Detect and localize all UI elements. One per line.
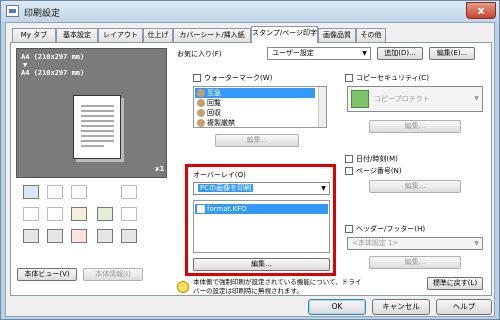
tab-other[interactable]: その他 bbox=[356, 28, 386, 42]
overlay-file-list[interactable]: format.KFO bbox=[193, 200, 330, 253]
tab-panel: A4 (210x297 mm) ▼ A4 (210x297 mm) x1 本体ビ… bbox=[10, 42, 492, 296]
output-icon bbox=[47, 185, 63, 199]
favorites-label: お気に入り(F) bbox=[177, 50, 222, 58]
header-footer-dropdown[interactable]: <本体設定 1> ▼ bbox=[347, 237, 483, 250]
notice-text-line2: バーの設定は印刷時に無視されます。 bbox=[193, 287, 303, 295]
tab-basic[interactable]: 基本設定 bbox=[56, 28, 98, 42]
copy-security-value: コピープロテクト bbox=[374, 95, 430, 103]
header-footer-edit-button[interactable]: 編集... bbox=[369, 256, 461, 269]
printer-icon bbox=[6, 5, 19, 17]
overlay-label: オーバーレイ(O) bbox=[193, 171, 246, 179]
copy-security-label: コピーセキュリティ(C) bbox=[356, 74, 429, 82]
ok-button[interactable]: OK bbox=[308, 299, 366, 315]
chevron-down-icon: ▼ bbox=[362, 50, 367, 57]
text-icon bbox=[71, 207, 87, 221]
help-button[interactable]: ヘルプ bbox=[436, 299, 492, 315]
watermark-item[interactable]: 複製厳禁 bbox=[195, 118, 315, 128]
paper-icon bbox=[71, 185, 87, 199]
tab-stamp-page-print[interactable]: スタンプ/ページ印字 bbox=[251, 26, 318, 43]
date-time-label: 日付/時刻(M) bbox=[356, 155, 398, 163]
preview-output-size: A4 (210x297 mm) bbox=[21, 69, 85, 77]
file-icon bbox=[197, 205, 205, 213]
watermark-edit-button[interactable]: 編集... bbox=[215, 134, 299, 147]
print-settings-window: 印刷設定 x My タブ 基本設定 レイアウト 仕上げ カバーシート/挿入紙 ス… bbox=[0, 0, 500, 320]
watermark-list[interactable]: 至急 回覧 回収 複製厳禁 bbox=[193, 86, 327, 128]
chevron-down-icon: ▼ bbox=[474, 95, 479, 102]
user-icon bbox=[47, 229, 63, 243]
watermark-scrollbar[interactable] bbox=[318, 87, 326, 127]
tab-layout[interactable]: レイアウト bbox=[98, 28, 143, 42]
overlay-value: PCの画像を印刷 bbox=[198, 184, 254, 192]
watermark-label: ウォーターマーク(W) bbox=[204, 74, 273, 82]
lightbulb-icon bbox=[177, 281, 189, 293]
page-preview: A4 (210x297 mm) ▼ A4 (210x297 mm) x1 bbox=[16, 48, 167, 178]
overlay-dropdown[interactable]: PCの画像を印刷 ▼ bbox=[193, 182, 330, 195]
header-footer-value: <本体設定 1> bbox=[352, 239, 399, 247]
watermark-item[interactable]: 回覧 bbox=[195, 98, 315, 108]
stapler-icon bbox=[121, 185, 137, 199]
favorites-value: ユーザー設定 bbox=[272, 49, 314, 57]
punch-icon bbox=[121, 207, 137, 221]
tab-image-quality[interactable]: 画像品質 bbox=[318, 28, 356, 42]
account-icon bbox=[97, 229, 113, 243]
tab-finishing[interactable]: 仕上げ bbox=[143, 28, 173, 42]
preview-arrow: ▼ bbox=[23, 61, 28, 69]
title-bar: 印刷設定 x bbox=[1, 1, 499, 22]
copy-security-edit-button[interactable]: 編集... bbox=[369, 120, 461, 133]
document-icon bbox=[23, 229, 39, 243]
edit-favorite-button[interactable]: 編集(E)... bbox=[429, 47, 475, 60]
layout-icon bbox=[47, 207, 63, 221]
finisher-icon bbox=[97, 207, 113, 221]
copies-indicator: x1 bbox=[155, 165, 165, 173]
watermark-item[interactable]: 回収 bbox=[195, 108, 315, 118]
stamp-icon bbox=[197, 109, 205, 117]
tab-cover-sheet[interactable]: カバーシート/挿入紙 bbox=[173, 28, 251, 42]
security-icon bbox=[71, 229, 87, 243]
chevron-down-icon: ▼ bbox=[321, 185, 326, 192]
preview-original-size: A4 (210x297 mm) bbox=[21, 53, 85, 61]
copy-security-dropdown[interactable]: コピープロテクト ▼ bbox=[347, 86, 483, 112]
overlay-edit-button[interactable]: 編集... bbox=[193, 258, 330, 271]
stamp-icon bbox=[197, 89, 205, 97]
header-footer-checkbox[interactable] bbox=[345, 225, 353, 233]
date-page-edit-button[interactable]: 編集... bbox=[369, 180, 461, 193]
window-title: 印刷設定 bbox=[24, 9, 61, 19]
header-footer-label: ヘッダー/フッター(H) bbox=[356, 225, 426, 233]
stamp-icon bbox=[197, 119, 205, 127]
page-number-checkbox[interactable] bbox=[345, 167, 353, 175]
watermark-item[interactable]: 至急 bbox=[195, 88, 315, 98]
page-number-label: ページ番号(N) bbox=[356, 167, 402, 175]
machine-icon bbox=[23, 185, 39, 199]
device-info-button[interactable]: 本体情報(I) bbox=[83, 268, 143, 281]
close-button[interactable]: x bbox=[466, 2, 496, 19]
restore-defaults-button[interactable]: 標準に戻す(L) bbox=[427, 277, 483, 290]
chevron-down-icon: ▼ bbox=[474, 240, 479, 247]
copy-security-checkbox[interactable] bbox=[345, 74, 353, 82]
duplex-icon bbox=[23, 207, 39, 221]
device-view-button[interactable]: 本体ビュー(V) bbox=[17, 268, 77, 281]
watermark-checkbox[interactable] bbox=[193, 74, 201, 82]
date-time-checkbox[interactable] bbox=[345, 155, 353, 163]
copy-protect-icon bbox=[351, 90, 369, 108]
stamp-icon bbox=[197, 99, 205, 107]
cancel-button[interactable]: キャンセル bbox=[372, 299, 430, 315]
tab-my[interactable]: My タブ bbox=[12, 28, 56, 42]
overlay-file-item[interactable]: format.KFO bbox=[195, 204, 328, 214]
add-favorite-button[interactable]: 追加(D)... bbox=[377, 47, 423, 60]
settings-icon bbox=[121, 229, 137, 243]
paper-preview-image bbox=[73, 95, 121, 159]
dialog-client: My タブ 基本設定 レイアウト 仕上げ カバーシート/挿入紙 スタンプ/ページ… bbox=[5, 22, 495, 317]
favorites-dropdown[interactable]: ユーザー設定 ▼ bbox=[267, 47, 371, 60]
